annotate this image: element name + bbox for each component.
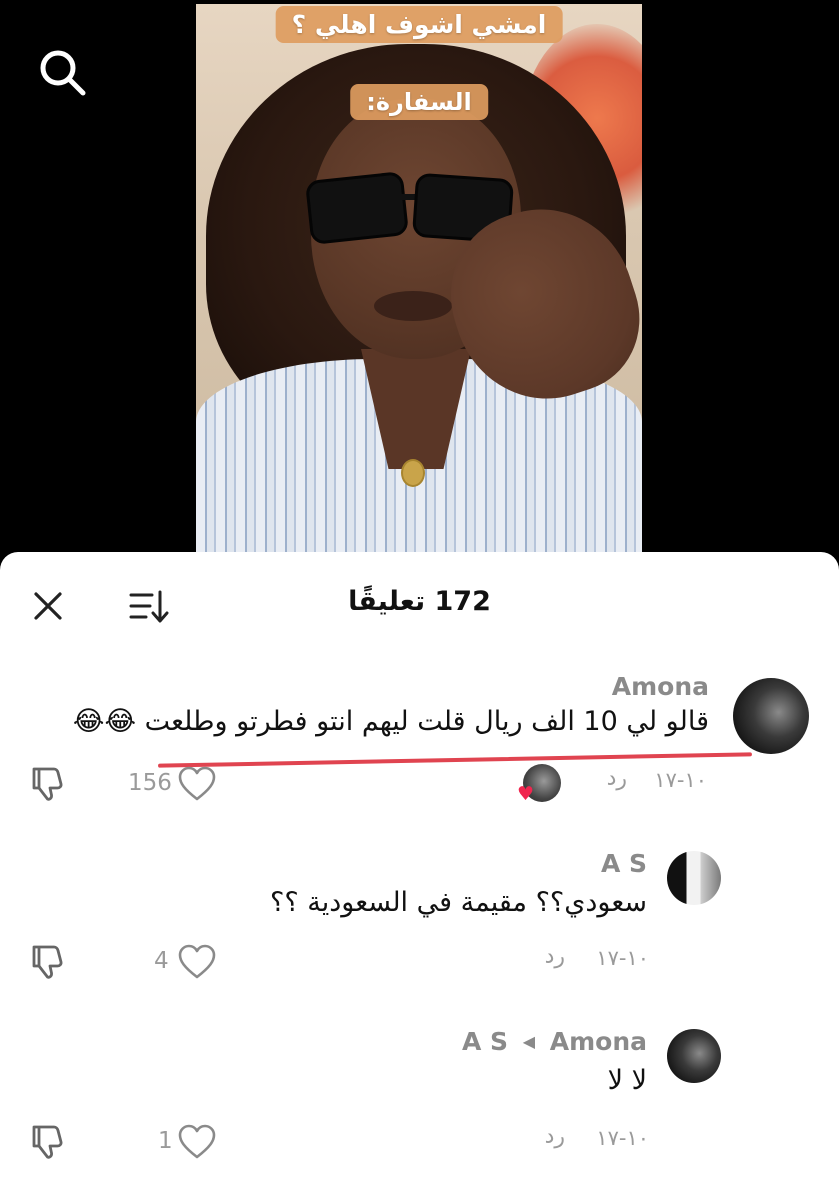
comment-item: A S سعودي؟؟ مقيمة في السعودية ؟؟ ١٠-١٧ ر… — [0, 849, 839, 999]
comment-date: ١٠-١٧ — [596, 1126, 649, 1150]
heart-icon — [178, 766, 216, 801]
comment-meta-row: ١٠-١٧ رد ♥ 156 — [0, 764, 839, 804]
heart-icon: ♥ — [517, 783, 535, 805]
video-person-pendant — [401, 459, 425, 487]
comment-date: ١٠-١٧ — [596, 946, 649, 970]
comment-username[interactable]: Amona — [550, 1027, 647, 1056]
comment-username[interactable]: A S — [601, 849, 647, 878]
thumbs-down-icon — [32, 767, 63, 801]
search-button[interactable] — [36, 46, 88, 98]
comment-text: سعودي؟؟ مقيمة في السعودية ؟؟ — [270, 887, 647, 918]
comment-meta-row: ١٠-١٧ رد 1 — [0, 1122, 839, 1162]
comment-text: لا لا — [607, 1065, 647, 1096]
reply-button[interactable]: رد — [607, 766, 627, 791]
comment-date: ١٠-١٧ — [654, 768, 707, 792]
video-person-mouth — [374, 291, 452, 321]
reply-button[interactable]: رد — [545, 1124, 565, 1149]
video-player[interactable]: امشي اشوف اهلي ؟ السفارة: — [196, 4, 642, 560]
dislike-button[interactable] — [28, 942, 68, 982]
avatar[interactable] — [667, 851, 721, 905]
heart-icon — [178, 944, 216, 979]
creator-liked-badge: ♥ — [517, 764, 561, 804]
sunglasses-left-lens — [304, 171, 410, 245]
thumbs-down-icon — [32, 945, 63, 979]
like-button[interactable] — [178, 1124, 216, 1160]
comment-item-reply: A S ◀ Amona لا لا ١٠-١٧ رد 1 — [0, 1027, 839, 1177]
thumbs-down-icon — [32, 1125, 63, 1159]
video-caption-top: امشي اشوف اهلي ؟ — [275, 6, 563, 43]
avatar[interactable] — [667, 1029, 721, 1083]
reply-arrow-icon: ◀ — [522, 1032, 536, 1051]
video-caption-middle: السفارة: — [350, 84, 488, 120]
reply-to-username[interactable]: A S — [462, 1027, 508, 1056]
comment-username-row: A S ◀ Amona — [462, 1027, 647, 1056]
like-count: 4 — [154, 948, 169, 974]
comment-meta-row: ١٠-١٧ رد 4 — [0, 942, 839, 982]
like-button[interactable] — [178, 944, 216, 980]
search-icon — [40, 50, 86, 96]
comment-username[interactable]: Amona — [612, 672, 709, 701]
dislike-button[interactable] — [28, 1122, 68, 1162]
like-count: 156 — [128, 770, 172, 796]
comment-text: قالو لي 10 الف ريال قلت ليهم انتو فطرتو … — [72, 706, 709, 737]
comments-count-title: 172 تعليقًا — [348, 586, 491, 617]
comments-sheet: 172 تعليقًا Amona قالو لي 10 الف ريال قل… — [0, 552, 839, 1199]
like-count: 1 — [158, 1128, 173, 1154]
avatar[interactable] — [733, 678, 809, 754]
dislike-button[interactable] — [28, 764, 68, 804]
like-button[interactable] — [178, 766, 216, 802]
reply-button[interactable]: رد — [545, 944, 565, 969]
comment-item: Amona قالو لي 10 الف ريال قلت ليهم انتو … — [0, 672, 839, 842]
heart-icon — [178, 1124, 216, 1159]
